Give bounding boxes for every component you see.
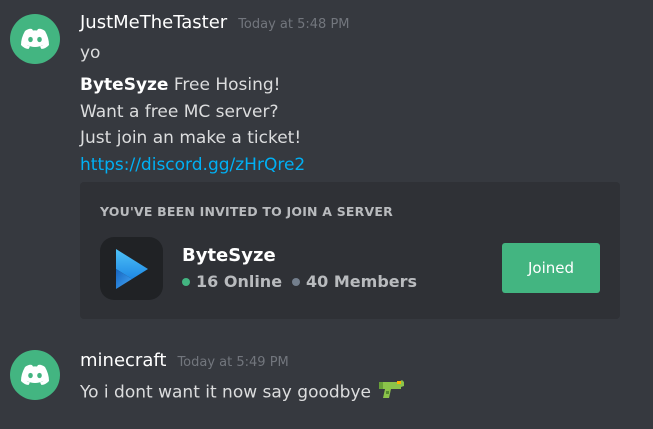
members-dot	[292, 277, 301, 286]
timestamp: Today at 5:48 PM	[238, 17, 350, 32]
member-count: 40 Members	[306, 272, 418, 291]
online-status-dot	[182, 277, 190, 286]
message-header: JustMeTheTaster Today at 5:48 PM	[80, 12, 350, 33]
water-gun-icon	[377, 378, 405, 407]
timestamp: Today at 5:49 PM	[177, 355, 289, 370]
online-count: 16 Online	[196, 272, 283, 291]
avatar[interactable]	[10, 14, 60, 64]
server-invite-embed: YOU'VE BEEN INVITED TO JOIN A SERVER Byt	[80, 182, 620, 319]
discord-logo-icon	[21, 364, 49, 385]
message-text-line3: Just join an make a ticket!	[80, 128, 302, 148]
username[interactable]: minecraft	[80, 350, 166, 371]
bytesyze-play-icon	[115, 248, 148, 289]
discord-logo-icon	[21, 28, 49, 49]
message-text: Yo i dont want it now say goodbye	[80, 378, 405, 407]
joined-button[interactable]: Joined	[502, 243, 600, 293]
bold-server-name: ByteSyze	[80, 75, 169, 95]
username[interactable]: JustMeTheTaster	[80, 12, 227, 33]
message-text-content: Yo i dont want it now say goodbye	[80, 382, 371, 403]
server-icon[interactable]	[100, 237, 163, 300]
avatar[interactable]	[10, 350, 60, 400]
server-stats: 16 Online 40 Members	[182, 272, 417, 291]
message-text-line1-rest: Free Hosing!	[168, 75, 281, 95]
message-text-line2: Want a free MC server?	[80, 102, 279, 122]
invite-link: https://discord.gg/zHrQre2	[80, 153, 305, 177]
invite-link-anchor[interactable]: https://discord.gg/zHrQre2	[80, 155, 305, 175]
message-text-yo: yo	[80, 43, 101, 63]
message-text-line1: ByteSyze Free Hosing!	[80, 73, 280, 97]
message-header: minecraft Today at 5:49 PM	[80, 350, 289, 371]
invite-title: YOU'VE BEEN INVITED TO JOIN A SERVER	[100, 204, 393, 219]
server-name: ByteSyze	[182, 245, 276, 266]
